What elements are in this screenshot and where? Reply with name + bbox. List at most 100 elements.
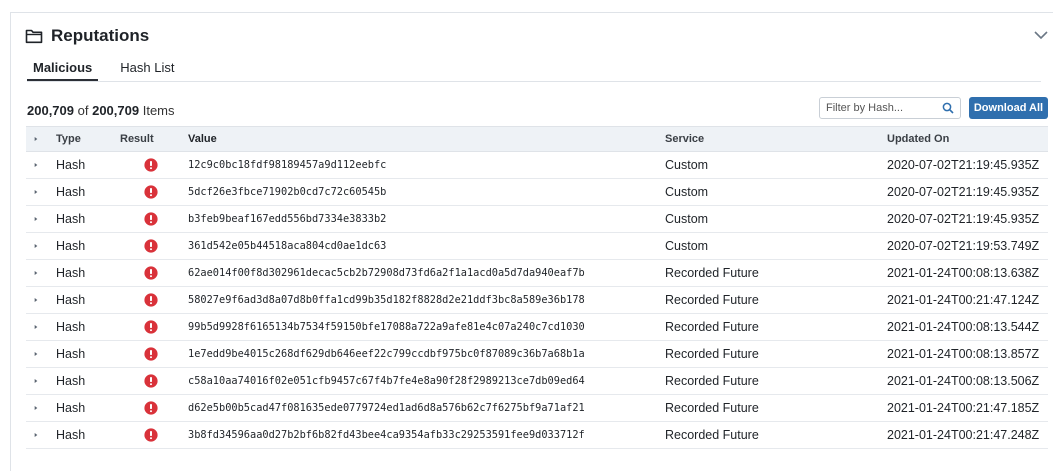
cell-type: Hash bbox=[56, 374, 86, 388]
col-type[interactable]: Type bbox=[38, 133, 116, 145]
table-row[interactable]: Hash 3b8fd34596aa0d27b2bf6b82fd43bee4ca93… bbox=[26, 422, 1048, 449]
alert-icon bbox=[144, 401, 158, 415]
cell-service: Recorded Future bbox=[665, 428, 759, 442]
cell-value: 5dcf26e3fbce71902b0cd7c72c60545b bbox=[188, 186, 387, 198]
cell-service: Recorded Future bbox=[665, 374, 759, 388]
item-count: 200,709 of 200,709 Items bbox=[27, 103, 175, 118]
row-expand-toggle[interactable] bbox=[26, 404, 38, 412]
alert-icon bbox=[144, 428, 158, 442]
alert-icon bbox=[144, 374, 158, 388]
download-all-button[interactable]: Download All bbox=[969, 97, 1048, 119]
row-expand-toggle[interactable] bbox=[26, 242, 38, 250]
cell-service: Recorded Future bbox=[665, 347, 759, 361]
row-expand-toggle[interactable] bbox=[26, 161, 38, 169]
row-expand-toggle[interactable] bbox=[26, 377, 38, 385]
expand-all-toggle[interactable] bbox=[26, 135, 38, 143]
reputations-panel: Reputations Malicious Hash List 200,709 … bbox=[10, 12, 1053, 471]
cell-value: b3feb9beaf167edd556bd7334e3833b2 bbox=[188, 213, 387, 225]
alert-icon bbox=[144, 185, 158, 199]
row-expand-toggle[interactable] bbox=[26, 269, 38, 277]
table-row[interactable]: Hash d62e5b00b5cad47f081635ede0779724ed1a… bbox=[26, 395, 1048, 422]
cell-result bbox=[116, 374, 188, 388]
reputations-table: Type Result Value Service Updated On Has… bbox=[26, 126, 1048, 449]
folder-icon bbox=[25, 29, 43, 44]
tab-hash-list[interactable]: Hash List bbox=[114, 59, 180, 81]
cell-value: 58027e9f6ad3d8a07d8b0ffa1cd99b35d182f882… bbox=[188, 294, 585, 306]
tabs-divider bbox=[27, 81, 1041, 82]
cell-result bbox=[116, 320, 188, 334]
table-row[interactable]: Hash c58a10aa74016f02e051cfb9457c67f4b7fe… bbox=[26, 368, 1048, 395]
count-of: of bbox=[77, 103, 89, 118]
row-expand-toggle[interactable] bbox=[26, 323, 38, 331]
cell-updated-on: 2020-07-02T21:19:45.935Z bbox=[887, 158, 1040, 172]
table-header: Type Result Value Service Updated On bbox=[26, 127, 1048, 152]
table-row[interactable]: Hash 99b5d9928f6165134b7534f59150bfe17088… bbox=[26, 314, 1048, 341]
row-expand-toggle[interactable] bbox=[26, 215, 38, 223]
cell-type: Hash bbox=[56, 239, 86, 253]
cell-value: d62e5b00b5cad47f081635ede0779724ed1ad6d8… bbox=[188, 402, 585, 414]
alert-icon bbox=[144, 212, 158, 226]
table-body: Hash 12c9c0bc18fdf98189457a9d112eebfc Cust… bbox=[26, 152, 1048, 449]
table-row[interactable]: Hash 58027e9f6ad3d8a07d8b0ffa1cd99b35d182… bbox=[26, 287, 1048, 314]
cell-value: c58a10aa74016f02e051cfb9457c67f4b7fe4e8a… bbox=[188, 375, 585, 387]
filter-input[interactable] bbox=[826, 102, 936, 114]
cell-updated-on: 2020-07-02T21:19:53.749Z bbox=[887, 239, 1040, 253]
cell-value: 1e7edd9be4015c268df629db646eef22c799ccdb… bbox=[188, 348, 585, 360]
row-expand-toggle[interactable] bbox=[26, 188, 38, 196]
cell-type: Hash bbox=[56, 347, 86, 361]
cell-result bbox=[116, 185, 188, 199]
cell-service: Recorded Future bbox=[665, 401, 759, 415]
row-expand-toggle[interactable] bbox=[26, 350, 38, 358]
cell-result bbox=[116, 293, 188, 307]
cell-result bbox=[116, 158, 188, 172]
cell-updated-on: 2020-07-02T21:19:45.935Z bbox=[887, 185, 1040, 199]
alert-icon bbox=[144, 320, 158, 334]
col-service[interactable]: Service bbox=[665, 133, 887, 145]
count-shown: 200,709 bbox=[27, 103, 74, 118]
alert-icon bbox=[144, 347, 158, 361]
tab-malicious[interactable]: Malicious bbox=[27, 59, 99, 81]
tab-bar: Malicious Hash List bbox=[27, 59, 180, 83]
chevron-down-icon[interactable] bbox=[1033, 29, 1049, 41]
cell-result bbox=[116, 428, 188, 442]
cell-result bbox=[116, 401, 188, 415]
cell-type: Hash bbox=[56, 401, 86, 415]
search-icon[interactable] bbox=[942, 102, 954, 114]
cell-updated-on: 2021-01-24T00:21:47.185Z bbox=[887, 401, 1040, 415]
col-updated-on[interactable]: Updated On bbox=[887, 133, 1048, 145]
cell-service: Custom bbox=[665, 212, 709, 226]
cell-updated-on: 2021-01-24T00:21:47.124Z bbox=[887, 293, 1040, 307]
count-total: 200,709 bbox=[92, 103, 140, 118]
cell-service: Recorded Future bbox=[665, 266, 759, 280]
cell-updated-on: 2020-07-02T21:19:45.935Z bbox=[887, 212, 1040, 226]
col-value[interactable]: Value bbox=[188, 133, 665, 145]
cell-service: Custom bbox=[665, 158, 709, 172]
panel-title: Reputations bbox=[51, 26, 150, 45]
cell-service: Recorded Future bbox=[665, 320, 759, 334]
cell-type: Hash bbox=[56, 293, 86, 307]
cell-service: Recorded Future bbox=[665, 293, 759, 307]
cell-value: 62ae014f00f8d302961decac5cb2b72908d73fd6… bbox=[188, 267, 585, 279]
table-row[interactable]: Hash 1e7edd9be4015c268df629db646eef22c799… bbox=[26, 341, 1048, 368]
table-row[interactable]: Hash 361d542e05b44518aca804cd0ae1dc63 Cust… bbox=[26, 233, 1048, 260]
cell-updated-on: 2021-01-24T00:08:13.506Z bbox=[887, 374, 1040, 388]
table-row[interactable]: Hash b3feb9beaf167edd556bd7334e3833b2 Cust… bbox=[26, 206, 1048, 233]
cell-updated-on: 2021-01-24T00:08:13.544Z bbox=[887, 320, 1040, 334]
filter-field[interactable] bbox=[819, 97, 961, 119]
cell-service: Custom bbox=[665, 239, 709, 253]
alert-icon bbox=[144, 266, 158, 280]
cell-type: Hash bbox=[56, 185, 86, 199]
cell-type: Hash bbox=[56, 428, 86, 442]
cell-updated-on: 2021-01-24T00:08:13.638Z bbox=[887, 266, 1040, 280]
col-result[interactable]: Result bbox=[116, 133, 188, 145]
cell-result bbox=[116, 347, 188, 361]
table-row[interactable]: Hash 5dcf26e3fbce71902b0cd7c72c60545b Cust… bbox=[26, 179, 1048, 206]
row-expand-toggle[interactable] bbox=[26, 296, 38, 304]
table-row[interactable]: Hash 12c9c0bc18fdf98189457a9d112eebfc Cust… bbox=[26, 152, 1048, 179]
table-row[interactable]: Hash 62ae014f00f8d302961decac5cb2b72908d7… bbox=[26, 260, 1048, 287]
cell-result bbox=[116, 266, 188, 280]
row-expand-toggle[interactable] bbox=[26, 431, 38, 439]
count-unit: Items bbox=[142, 103, 175, 118]
cell-updated-on: 2021-01-24T00:21:47.248Z bbox=[887, 428, 1040, 442]
cell-service: Custom bbox=[665, 185, 709, 199]
